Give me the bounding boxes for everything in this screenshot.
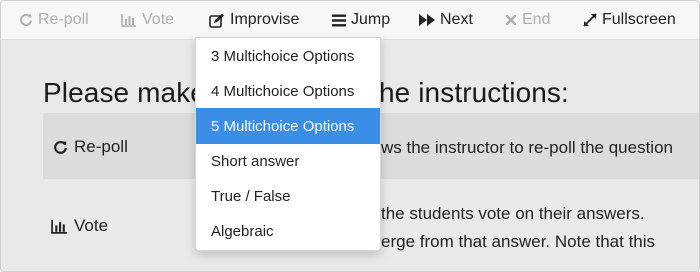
repoll-button[interactable]: Re-poll (19, 1, 89, 39)
repoll-row-label: Re-poll (53, 137, 128, 157)
list-icon (332, 14, 346, 27)
page-heading-left: Please make (43, 77, 206, 108)
menu-item-algebraic[interactable]: Algebraic (196, 213, 380, 249)
bar-chart-icon (121, 13, 137, 27)
vote-button-label: Vote (142, 11, 175, 28)
jump-button[interactable]: Jump (332, 1, 390, 39)
edit-icon (209, 13, 225, 28)
fullscreen-button[interactable]: Fullscreen (583, 1, 676, 39)
page-heading-continued: he instructions: (379, 77, 569, 109)
menu-item-short-answer[interactable]: Short answer (196, 143, 380, 179)
expand-icon (583, 13, 597, 27)
end-button-label: End (522, 11, 551, 28)
refresh-icon (54, 140, 67, 154)
refresh-icon (19, 13, 33, 27)
menu-item-5-multichoice[interactable]: 5 Multichoice Options (196, 108, 380, 144)
close-icon (505, 14, 517, 26)
improvise-dropdown-menu: 3 Multichoice Options 4 Multichoice Opti… (195, 37, 381, 251)
menu-item-true-false[interactable]: True / False (196, 178, 380, 214)
toolbar: Re-poll Vote Improvise Jump Next End Ful… (1, 1, 699, 40)
vote-button[interactable]: Vote (121, 1, 174, 39)
fullscreen-button-label: Fullscreen (602, 11, 676, 28)
next-button[interactable]: Next (419, 1, 473, 39)
app-frame: Re-poll Vote Improvise Jump Next End Ful… (0, 0, 700, 272)
page-heading-right: he instructions: (379, 77, 569, 108)
next-button-label: Next (440, 11, 473, 28)
vote-row-title: Vote (74, 216, 109, 235)
repoll-row-title: Re-poll (74, 137, 128, 156)
fast-forward-icon (419, 14, 435, 26)
repoll-row-description: ws the instructor to re-poll the questio… (381, 138, 673, 157)
improvise-button[interactable]: Improvise (209, 1, 299, 39)
bar-chart-icon (51, 219, 67, 234)
improvise-button-label: Improvise (230, 11, 300, 28)
end-button[interactable]: End (505, 1, 550, 39)
vote-row-description-line1: the students vote on their answers. (381, 204, 645, 223)
menu-item-3-multichoice[interactable]: 3 Multichoice Options (196, 38, 380, 74)
vote-row-description-line2: erge from that answer. Note that this (381, 232, 656, 251)
page-heading: Please make (43, 77, 206, 109)
vote-row-label: Vote (51, 216, 108, 236)
jump-button-label: Jump (351, 11, 391, 28)
repoll-button-label: Re-poll (38, 11, 89, 28)
menu-item-4-multichoice[interactable]: 4 Multichoice Options (196, 73, 380, 109)
